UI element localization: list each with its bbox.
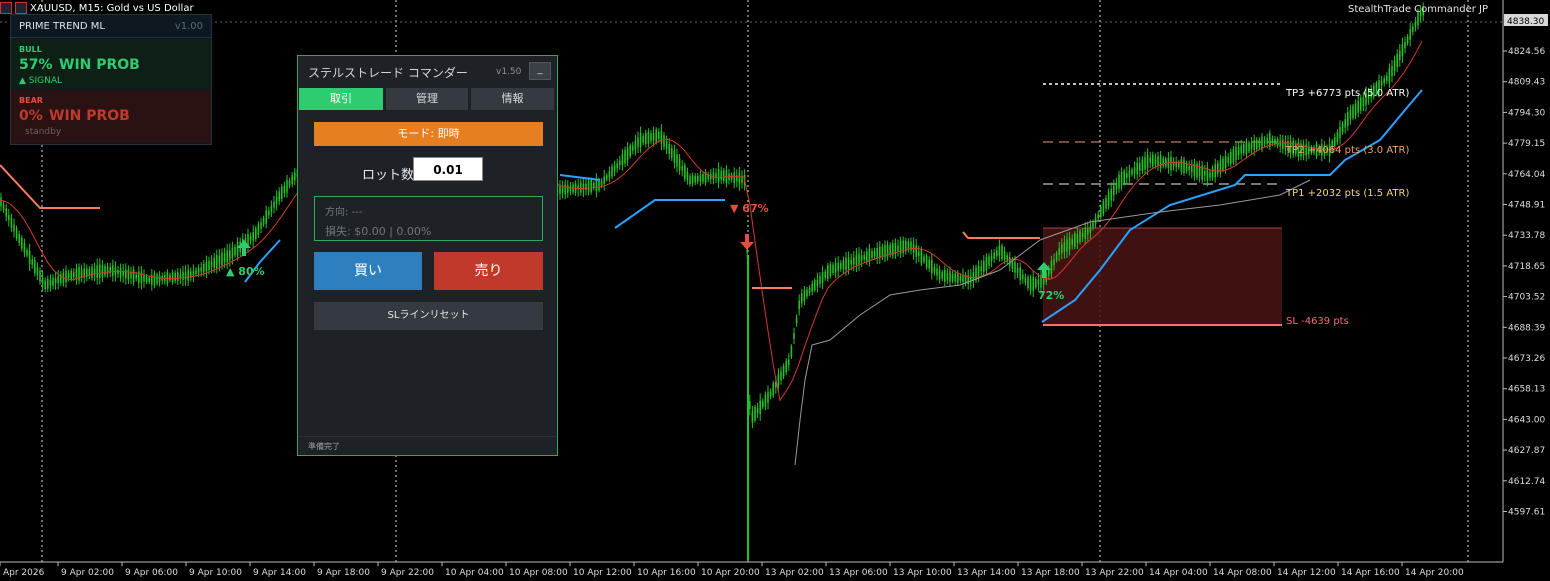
time-tick: 13 Apr 14:00 (957, 568, 1016, 578)
prime-trend-title: PRIME TREND ML (19, 20, 105, 32)
time-tick: 14 Apr 16:00 (1341, 568, 1400, 578)
time-tick: 10 Apr 12:00 (573, 568, 632, 578)
tp2-label: TP2 +4064 pts (3.0 ATR) (1285, 145, 1409, 156)
brand-label: StealthTrade Commander JP (1348, 4, 1488, 15)
time-axis: Apr 2026 9 Apr 02:00 9 Apr 06:00 9 Apr 10:0… (0, 562, 1464, 578)
lot-input[interactable]: 0.01 (413, 157, 483, 181)
time-tick: 13 Apr 18:00 (1021, 568, 1080, 578)
price-tick: 4688.39 (1508, 323, 1545, 333)
prime-trend-version: v1.00 (174, 20, 203, 32)
bull-section: BULL 57% WIN PROB ▲ SIGNAL (11, 39, 211, 89)
sl-reset-button[interactable]: SLラインリセット (314, 302, 543, 330)
price-tick: 4658.13 (1508, 385, 1545, 395)
mode-button[interactable]: モード: 即時 (314, 122, 543, 146)
time-tick: 10 Apr 20:00 (701, 568, 760, 578)
time-tick: 9 Apr 18:00 (317, 568, 370, 578)
time-tick: 13 Apr 22:00 (1085, 568, 1144, 578)
price-tick: 4627.87 (1508, 446, 1545, 456)
price-axis: 4824.56 4809.43 4794.30 4779.15 4764.04 4748.… (1503, 47, 1545, 518)
price-tick: 4718.65 (1508, 262, 1545, 272)
time-tick: 14 Apr 20:00 (1405, 568, 1464, 578)
price-tick: 4809.43 (1508, 78, 1545, 88)
time-tick: 9 Apr 22:00 (381, 568, 434, 578)
bear-section: BEAR 0% WIN PROB standby (11, 90, 211, 143)
price-tick: 4824.56 (1508, 47, 1545, 57)
sell-arrow-icon (740, 234, 754, 250)
ema-line (0, 40, 1423, 402)
time-tick: 9 Apr 02:00 (61, 568, 114, 578)
signal-label-72: 72% (1038, 289, 1064, 302)
price-tick: 4748.91 (1508, 201, 1545, 211)
position-info-box: 方向: --- 損失: $0.00 | 0.00% (314, 196, 543, 241)
price-tick: 4794.30 (1508, 108, 1545, 118)
time-tick: 14 Apr 04:00 (1149, 568, 1208, 578)
pnl-text: 損失: $0.00 | 0.00% (325, 225, 432, 238)
status-bar: 準備完了 (298, 436, 557, 455)
tp1-label: TP1 +2032 pts (1.5 ATR) (1285, 188, 1409, 199)
price-tick: 4779.15 (1508, 139, 1545, 149)
price-tick: 4703.52 (1508, 293, 1545, 303)
time-tick: 10 Apr 16:00 (637, 568, 696, 578)
bull-percent: 57% (19, 57, 53, 73)
tp3-label: TP3 +6773 pts (5.0 ATR) (1285, 88, 1409, 99)
direction-text: 方向: --- (325, 207, 363, 218)
signal-label-67: ▼ 67% (730, 202, 769, 215)
minimize-button[interactable]: _ (529, 62, 551, 80)
bull-label: BULL (19, 45, 42, 54)
sl-zone (1043, 228, 1282, 326)
time-tick: 13 Apr 06:00 (829, 568, 888, 578)
time-tick: 9 Apr 14:00 (253, 568, 306, 578)
buy-arrow-icon (237, 240, 251, 256)
time-tick: 10 Apr 04:00 (445, 568, 504, 578)
price-tick: 4764.04 (1508, 170, 1545, 180)
time-tick: 9 Apr 10:00 (189, 568, 242, 578)
commander-panel: ステルストレード コマンダー v1.50 _ 取引 管理 情報 モード: 即時 … (297, 55, 558, 456)
signal-label-80: ▲ 80% (226, 265, 265, 278)
commander-title: ステルストレード コマンダー (308, 66, 468, 80)
price-tick: 4597.61 (1508, 508, 1545, 518)
time-tick: Apr 2026 (3, 568, 45, 578)
time-tick: 14 Apr 08:00 (1213, 568, 1272, 578)
chart-window-icon[interactable] (0, 2, 12, 14)
bear-percent: 0% (19, 108, 43, 124)
tab-info[interactable]: 情報 (471, 88, 554, 110)
tab-manage[interactable]: 管理 (386, 88, 468, 110)
price-tick: 4673.26 (1508, 354, 1545, 364)
tab-trade[interactable]: 取引 (299, 88, 383, 110)
price-tick: 4612.74 (1508, 477, 1545, 487)
prime-trend-header: PRIME TREND ML v1.00 (11, 15, 211, 38)
lot-label: ロット数 (362, 168, 415, 183)
prime-trend-panel: PRIME TREND ML v1.00 BULL 57% WIN PROB ▲… (10, 14, 212, 145)
price-chart[interactable]: ▲ 80% ▼ 67% 72% TP3 +6773 pts (5.0 ATR) … (0, 0, 1550, 581)
bear-status: standby (25, 127, 62, 137)
time-tick: 13 Apr 02:00 (765, 568, 824, 578)
bear-winprob: WIN PROB (49, 108, 130, 124)
time-tick: 9 Apr 06:00 (125, 568, 178, 578)
commander-version: v1.50 (496, 67, 522, 77)
bear-label: BEAR (19, 96, 43, 105)
sell-button[interactable]: 売り (434, 252, 543, 290)
bull-winprob: WIN PROB (59, 57, 140, 73)
current-price: 4838.30 (1507, 17, 1544, 27)
symbol-title: XAUUSD, M15: Gold vs US Dollar (30, 2, 194, 14)
time-tick: 13 Apr 10:00 (893, 568, 952, 578)
bull-signal: ▲ SIGNAL (19, 76, 63, 86)
buy-button[interactable]: 買い (314, 252, 422, 290)
price-tick: 4733.78 (1508, 231, 1545, 241)
sl-label: SL -4639 pts (1286, 316, 1349, 327)
chart-type-icon[interactable] (15, 2, 27, 14)
time-tick: 10 Apr 08:00 (509, 568, 568, 578)
time-tick: 14 Apr 12:00 (1277, 568, 1336, 578)
price-tick: 4643.00 (1508, 415, 1545, 425)
